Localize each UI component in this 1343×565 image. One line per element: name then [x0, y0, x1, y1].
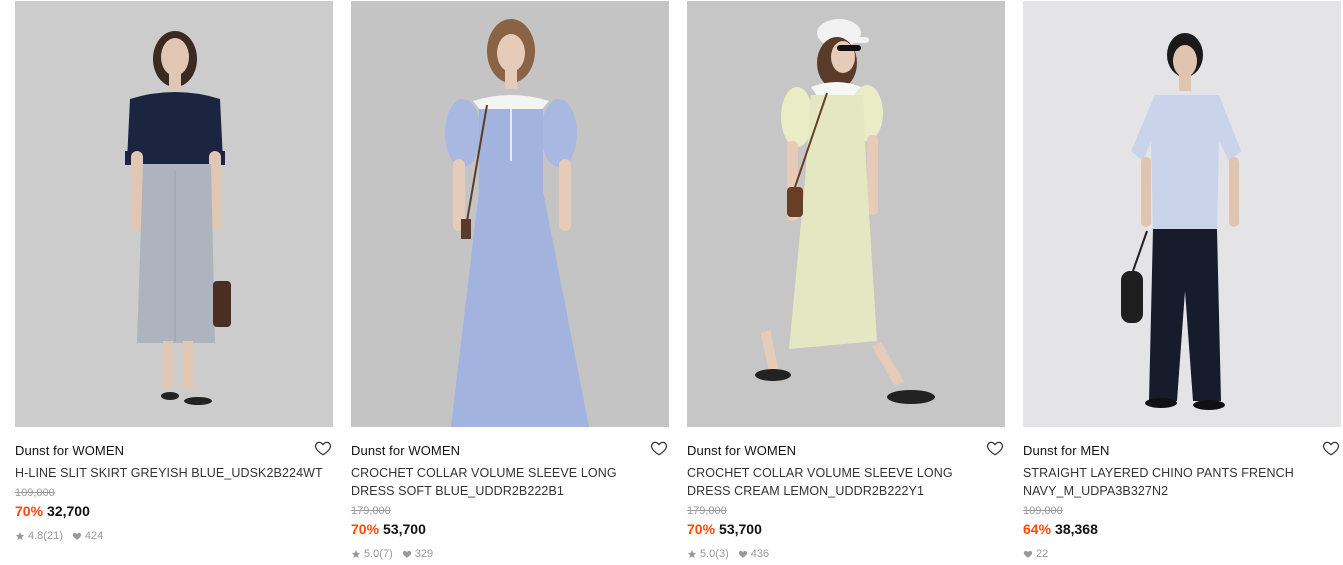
original-price: 179,000 [687, 505, 727, 517]
product-name[interactable]: CROCHET COLLAR VOLUME SLEEVE LONG DRESS … [687, 464, 997, 500]
product-meta: 22 [1023, 547, 1341, 561]
product-name[interactable]: STRAIGHT LAYERED CHINO PANTS FRENCH NAVY… [1023, 464, 1333, 500]
price-row: 70% 53,700 [351, 520, 669, 538]
wishlist-heart-icon[interactable] [314, 439, 332, 457]
wishlist-heart-icon[interactable] [986, 439, 1004, 457]
likes-heart-icon [1023, 550, 1033, 558]
brand-name[interactable]: Dunst for WOMEN [687, 442, 1005, 459]
sale-price: 38,368 [1055, 521, 1098, 537]
likes-count: 329 [414, 548, 434, 560]
rating-value: 5.0 [700, 548, 716, 560]
product-image[interactable] [1023, 1, 1341, 427]
original-price: 109,000 [15, 487, 55, 499]
product-grid: Dunst for WOMEN H-LINE SLIT SKIRT GREYIS… [15, 1, 1341, 565]
price-row: 64% 38,368 [1023, 520, 1341, 538]
rating-value: 5.0 [364, 548, 380, 560]
review-count: (7) [379, 548, 393, 560]
brand-name[interactable]: Dunst for MEN [1023, 442, 1341, 459]
discount-percent: 70% [687, 521, 716, 537]
likes-heart-icon [402, 550, 411, 558]
star-icon [687, 549, 697, 558]
original-price: 179,000 [351, 505, 391, 517]
product-card: Dunst for WOMEN H-LINE SLIT SKIRT GREYIS… [15, 1, 333, 543]
brand-name[interactable]: Dunst for WOMEN [351, 442, 669, 459]
product-meta: 5.0 (7) 329 [351, 547, 669, 561]
sale-price: 53,700 [383, 521, 426, 537]
product-card: Dunst for MEN STRAIGHT LAYERED CHINO PAN… [1023, 1, 1341, 561]
product-image[interactable] [351, 1, 669, 427]
discount-percent: 70% [351, 521, 380, 537]
sale-price: 53,700 [719, 521, 762, 537]
rating-value: 4.8 [28, 530, 44, 542]
likes-count: 424 [84, 530, 104, 542]
original-price: 109,000 [1023, 505, 1063, 517]
review-count: (21) [43, 530, 63, 542]
sale-price: 32,700 [47, 503, 90, 519]
product-meta: 5.0 (3) 436 [687, 547, 1005, 561]
likes-count: 436 [750, 548, 770, 560]
likes-count: 22 [1036, 548, 1049, 560]
discount-percent: 64% [1023, 521, 1052, 537]
review-count: (3) [715, 548, 729, 560]
star-icon [15, 531, 25, 540]
likes-heart-icon [72, 532, 82, 540]
product-image[interactable] [687, 1, 1005, 427]
discount-percent: 70% [15, 503, 44, 519]
star-icon [351, 549, 361, 558]
brand-name[interactable]: Dunst for WOMEN [15, 442, 333, 459]
price-row: 70% 32,700 [15, 502, 333, 520]
price-row: 70% 53,700 [687, 520, 1005, 538]
product-image[interactable] [15, 1, 333, 427]
product-card: Dunst for WOMEN CROCHET COLLAR VOLUME SL… [687, 1, 1005, 561]
wishlist-heart-icon[interactable] [1322, 439, 1340, 457]
product-meta: 4.8 (21) 424 [15, 529, 333, 543]
wishlist-heart-icon[interactable] [650, 439, 668, 457]
likes-heart-icon [738, 550, 747, 558]
product-name[interactable]: CROCHET COLLAR VOLUME SLEEVE LONG DRESS … [351, 464, 661, 500]
product-name[interactable]: H-LINE SLIT SKIRT GREYISH BLUE_UDSK2B224… [15, 464, 325, 482]
product-card: Dunst for WOMEN CROCHET COLLAR VOLUME SL… [351, 1, 669, 561]
